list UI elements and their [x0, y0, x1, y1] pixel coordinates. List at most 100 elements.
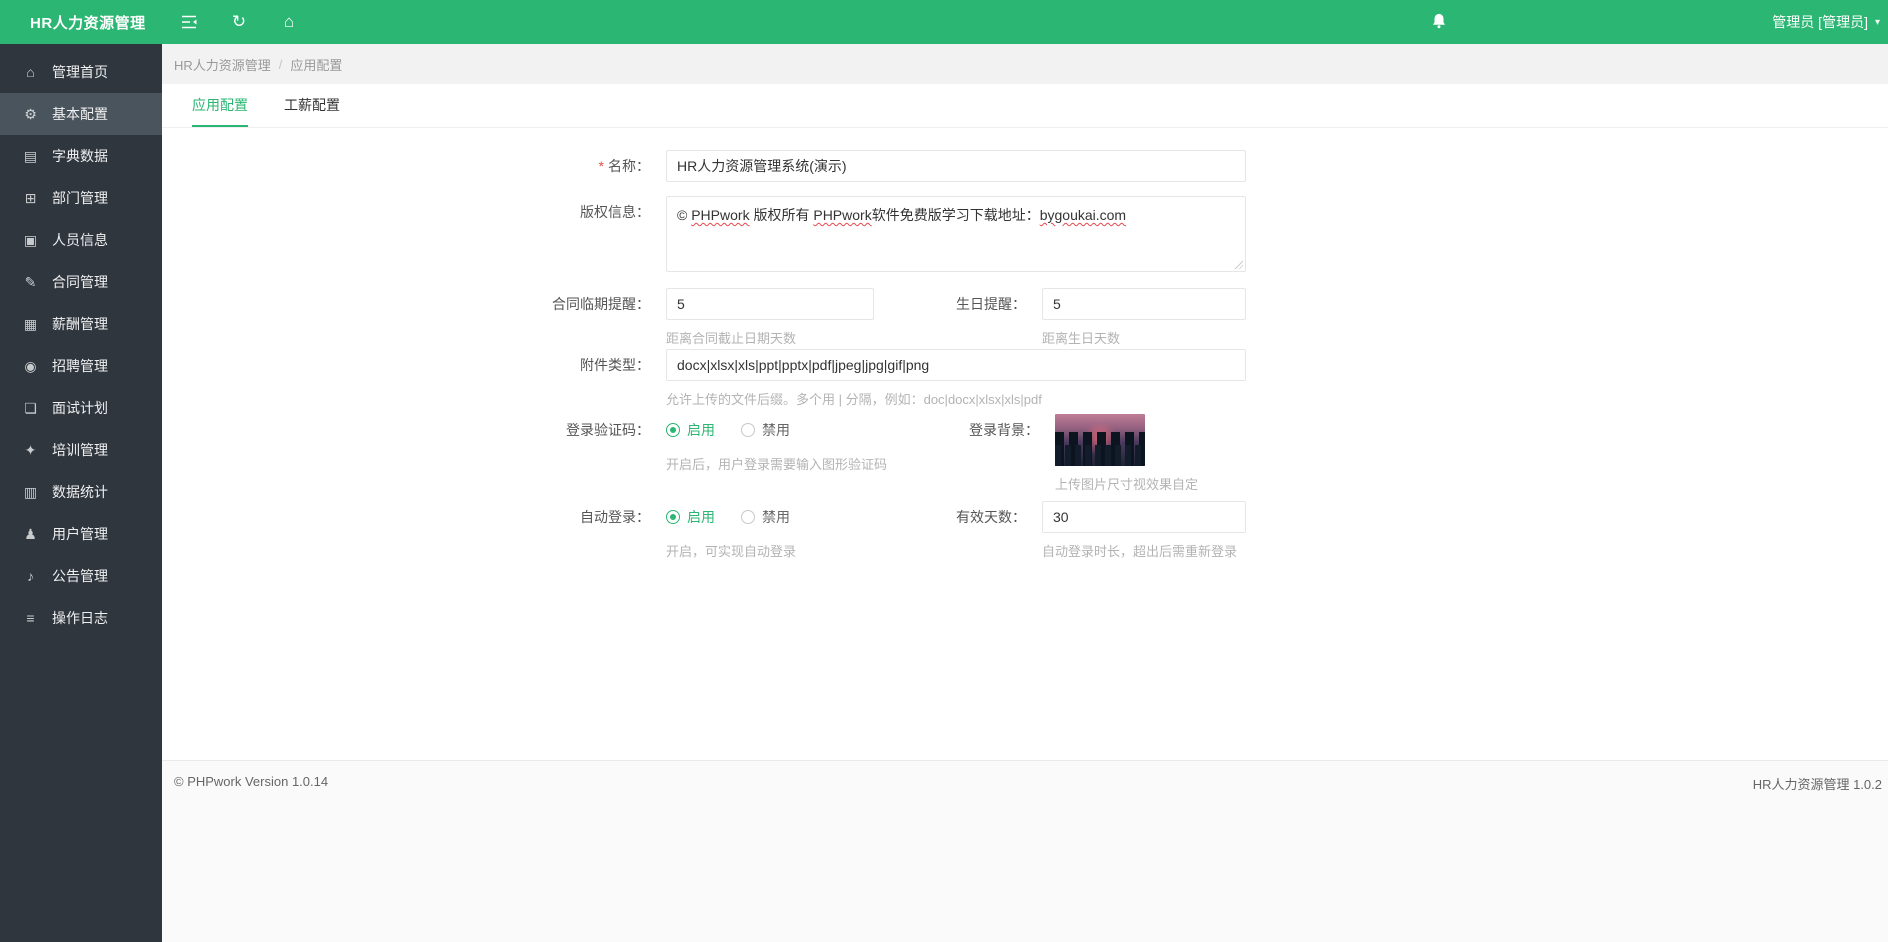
- sidebar-item-dictionary[interactable]: 字典数据: [0, 135, 162, 177]
- sidebar-item-label: 用户管理: [52, 526, 108, 542]
- home-icon: [22, 64, 39, 80]
- id-card-icon: [22, 232, 39, 249]
- auto-login-radio-enable[interactable]: 启用: [666, 507, 715, 527]
- calculator-icon: [22, 316, 39, 333]
- auto-login-label: 自动登录：: [580, 509, 650, 525]
- sidebar-item-label: 面试计划: [52, 400, 108, 416]
- auto-login-disable-label: 禁用: [762, 509, 790, 525]
- sidebar-item-label: 部门管理: [52, 190, 108, 206]
- birthday-reminder-input[interactable]: [1042, 288, 1246, 320]
- speaker-icon: [22, 568, 39, 584]
- valid-days-input[interactable]: [1042, 501, 1246, 533]
- form-row-auto-login: 自动登录： 启用 禁用 开启，可实现自动登录 有效天数： 30 自动登录时长，超…: [162, 501, 1888, 560]
- required-asterisk: *: [598, 158, 604, 174]
- sidebar-item-recruitment[interactable]: 招聘管理: [0, 345, 162, 387]
- sidebar-item-label: 人员信息: [52, 232, 108, 248]
- app-window: HR人力资源管理 管理员 [管理员] ▾ 管理首页 基本配置 字典数据 部门管理…: [0, 0, 1888, 942]
- header-toolbar: [178, 11, 300, 33]
- contract-reminder-help: 距离合同截止日期天数: [666, 331, 797, 346]
- breadcrumb-current: 应用配置: [290, 57, 343, 73]
- auto-login-enable-label: 启用: [687, 509, 715, 525]
- footer-version-right: HR人力资源管理 1.0.2: [1752, 777, 1882, 792]
- training-icon: [22, 442, 39, 459]
- breadcrumb-separator: /: [278, 56, 283, 72]
- top-header: HR人力资源管理 管理员 [管理员] ▾: [0, 0, 1888, 44]
- sidebar-item-label: 字典数据: [52, 148, 108, 164]
- auto-login-help: 开启，可实现自动登录: [666, 544, 797, 559]
- attachment-types-label: 附件类型：: [580, 357, 650, 373]
- sidebar: 管理首页 基本配置 字典数据 部门管理 人员信息 合同管理 薪酬管理 招聘管理 …: [0, 44, 162, 942]
- sidebar-item-label: 数据统计: [52, 484, 108, 500]
- sidebar-item-basic-config[interactable]: 基本配置: [0, 93, 162, 135]
- contract-reminder-input[interactable]: [666, 288, 874, 320]
- sidebar-item-interview[interactable]: 面试计划: [0, 387, 162, 429]
- auto-login-radio-group: 启用 禁用: [666, 501, 874, 533]
- valid-days-label: 有效天数：: [956, 509, 1026, 525]
- sidebar-item-users[interactable]: 用户管理: [0, 513, 162, 555]
- user-icon: [22, 526, 39, 543]
- sidebar-item-label: 薪酬管理: [52, 316, 108, 332]
- birthday-reminder-label: 生日提醒：: [956, 296, 1026, 312]
- captcha-radio-enable[interactable]: 启用: [666, 420, 715, 440]
- radio-unselected-icon: [741, 510, 755, 524]
- collapse-sidebar-icon[interactable]: [178, 11, 200, 33]
- config-form: *名称： 版权信息： © PHPwork 版权所有 PHPwork软件免费版学习…: [162, 128, 1888, 760]
- footer-version-left: © PHPwork Version 1.0.14: [174, 774, 329, 789]
- copyright-label: 版权信息：: [580, 204, 650, 220]
- tabs-bar: 应用配置 工薪配置: [162, 84, 1888, 128]
- app-logo: HR人力资源管理: [30, 14, 146, 32]
- sidebar-item-label: 招聘管理: [52, 358, 108, 374]
- login-bg-help: 上传图片尺寸视效果自定: [1055, 477, 1199, 492]
- contract-reminder-label: 合同临期提醒：: [552, 296, 650, 312]
- form-row-captcha: 登录验证码： 启用 禁用 开启后，用户登录需要输入图形验证码 登录背景： 上传图…: [162, 414, 1888, 493]
- notification-bell-icon[interactable]: [1430, 11, 1448, 36]
- attachment-types-input[interactable]: [666, 349, 1246, 381]
- sidebar-item-contract[interactable]: 合同管理: [0, 261, 162, 303]
- target-icon: [22, 358, 39, 375]
- tab-salary-config[interactable]: 工薪配置: [266, 84, 358, 127]
- captcha-radio-disable[interactable]: 禁用: [741, 420, 790, 440]
- radio-selected-icon: [666, 423, 680, 437]
- sidebar-item-label: 基本配置: [52, 106, 108, 122]
- main-area: HR人力资源管理 / 应用配置 应用配置 工薪配置 *名称： 版权信息：: [162, 44, 1888, 942]
- sidebar-item-label: 管理首页: [52, 64, 108, 80]
- user-menu[interactable]: 管理员 [管理员] ▾: [1768, 0, 1884, 44]
- sidebar-item-announcement[interactable]: 公告管理: [0, 555, 162, 597]
- captcha-radio-group: 启用 禁用: [666, 414, 874, 446]
- form-row-attachment: 附件类型： 允许上传的文件后缀。多个用 | 分隔，例如：doc|docx|xls…: [162, 349, 1888, 408]
- auto-login-radio-disable[interactable]: 禁用: [741, 507, 790, 527]
- name-label-text: 名称：: [608, 158, 650, 174]
- gear-icon: [22, 106, 39, 123]
- user-label: 管理员 [管理员]: [1772, 14, 1868, 30]
- sidebar-item-salary[interactable]: 薪酬管理: [0, 303, 162, 345]
- sidebar-item-personnel[interactable]: 人员信息: [0, 219, 162, 261]
- name-input[interactable]: [666, 150, 1246, 182]
- captcha-label: 登录验证码：: [566, 422, 650, 438]
- sidebar-item-label: 培训管理: [52, 442, 108, 458]
- tab-app-config[interactable]: 应用配置: [174, 84, 266, 127]
- radio-unselected-icon: [741, 423, 755, 437]
- sidebar-item-logs[interactable]: 操作日志: [0, 597, 162, 639]
- sidebar-item-department[interactable]: 部门管理: [0, 177, 162, 219]
- home-icon[interactable]: [278, 11, 300, 33]
- sidebar-item-statistics[interactable]: 数据统计: [0, 471, 162, 513]
- form-row-reminders: 合同临期提醒： 距离合同截止日期天数 生日提醒： 距离生日天数: [162, 288, 1888, 347]
- sidebar-item-dashboard[interactable]: 管理首页: [0, 51, 162, 93]
- birthday-reminder-help: 距离生日天数: [1042, 331, 1121, 346]
- valid-days-help: 自动登录时长，超出后需重新登录: [1042, 544, 1238, 559]
- book-icon: [22, 148, 39, 165]
- radio-selected-icon: [666, 510, 680, 524]
- copyright-textarea[interactable]: © PHPwork 版权所有 PHPwork软件免费版学习下载地址：bygouk…: [666, 196, 1246, 272]
- chevron-down-icon: ▾: [1874, 16, 1880, 28]
- login-bg-label: 登录背景：: [969, 422, 1040, 438]
- chart-icon: [22, 484, 39, 501]
- refresh-icon[interactable]: [228, 11, 250, 33]
- breadcrumb-root[interactable]: HR人力资源管理: [174, 55, 271, 74]
- login-bg-thumbnail[interactable]: [1055, 414, 1146, 466]
- sidebar-item-training[interactable]: 培训管理: [0, 429, 162, 471]
- name-label: * 名称：: [162, 150, 650, 182]
- captcha-enable-label: 启用: [687, 422, 715, 438]
- log-icon: [22, 610, 39, 626]
- sidebar-item-label: 合同管理: [52, 274, 108, 290]
- document-icon: [22, 400, 39, 417]
